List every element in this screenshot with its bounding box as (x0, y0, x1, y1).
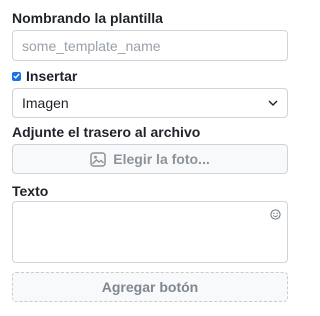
template-name-label: Nombrando la plantilla (12, 10, 163, 26)
text-area[interactable] (12, 201, 288, 263)
insert-type-select[interactable]: Imagen (12, 88, 288, 118)
image-icon (90, 151, 107, 167)
insert-type-value: Imagen (22, 95, 69, 111)
template-form: Nombrando la plantilla Insertar Imagen A… (0, 0, 300, 316)
emoji-icon[interactable] (270, 207, 281, 225)
add-button-label: Agregar botón (101, 279, 199, 295)
insert-checkbox[interactable] (12, 71, 21, 81)
choose-photo-label: Elegir la foto... (113, 151, 210, 167)
check-icon (13, 73, 20, 79)
template-name-field[interactable] (12, 30, 288, 61)
add-button[interactable]: Agregar botón (12, 272, 288, 302)
template-name-input[interactable] (22, 37, 278, 54)
choose-photo-button[interactable]: Elegir la foto... (12, 144, 288, 174)
attachment-label: Adjunte el trasero al archivo (12, 124, 201, 140)
insert-label: Insertar (26, 68, 78, 84)
text-label: Texto (12, 183, 49, 199)
insert-row: Insertar (12, 68, 77, 84)
chevron-down-icon (268, 100, 278, 106)
